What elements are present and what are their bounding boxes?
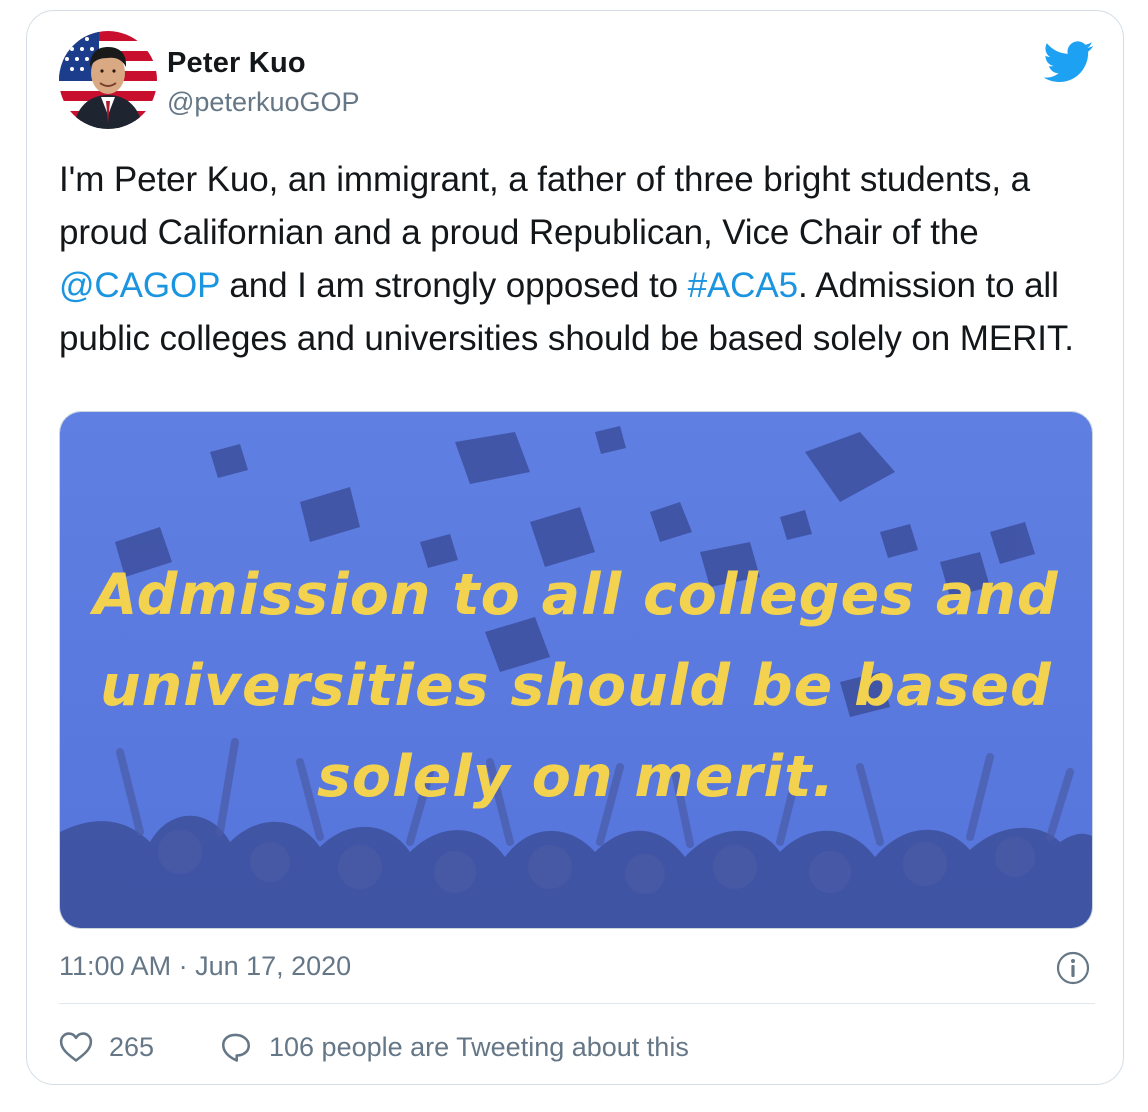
author-name[interactable]: Peter Kuo	[167, 47, 306, 80]
tweet-text-part: and I am strongly opposed to	[219, 266, 688, 305]
like-count: 265	[109, 1031, 155, 1062]
avatar[interactable]	[59, 31, 157, 129]
mention-link-cagop[interactable]: @CAGOP	[59, 266, 220, 305]
divider	[59, 1003, 1095, 1004]
media-caption-line: Admission to all colleges and	[93, 562, 1059, 628]
reply-button[interactable]: 106 people are Tweeting about this	[219, 1031, 689, 1063]
info-icon[interactable]	[1056, 951, 1090, 985]
media-caption-line: solely on merit.	[316, 744, 835, 810]
tweeting-about-text: 106 people are Tweeting about this	[269, 1031, 689, 1062]
like-button[interactable]: 265	[59, 1031, 154, 1063]
author-handle[interactable]: @peterkuoGOP	[167, 87, 360, 118]
speech-bubble-icon	[221, 1033, 251, 1062]
heart-icon	[59, 1032, 93, 1062]
tweet-text: I'm Peter Kuo, an immigrant, a father of…	[59, 153, 1099, 365]
tweet-media-image[interactable]: Admission to all colleges and universiti…	[59, 411, 1093, 929]
twitter-bird-icon[interactable]	[1044, 41, 1094, 83]
tweet-text-part: I'm Peter Kuo, an immigrant, a father of…	[59, 160, 1030, 252]
tweet-timestamp[interactable]: 11:00 AM · Jun 17, 2020	[59, 951, 351, 982]
avatar-photo	[59, 31, 157, 129]
hashtag-link-aca5[interactable]: #ACA5	[688, 266, 799, 305]
media-caption: Admission to all colleges and universiti…	[60, 550, 1092, 823]
media-caption-line: universities should be based	[100, 653, 1052, 719]
tweet-card: Peter Kuo @peterkuoGOP I'm Peter Kuo, an…	[26, 10, 1124, 1085]
